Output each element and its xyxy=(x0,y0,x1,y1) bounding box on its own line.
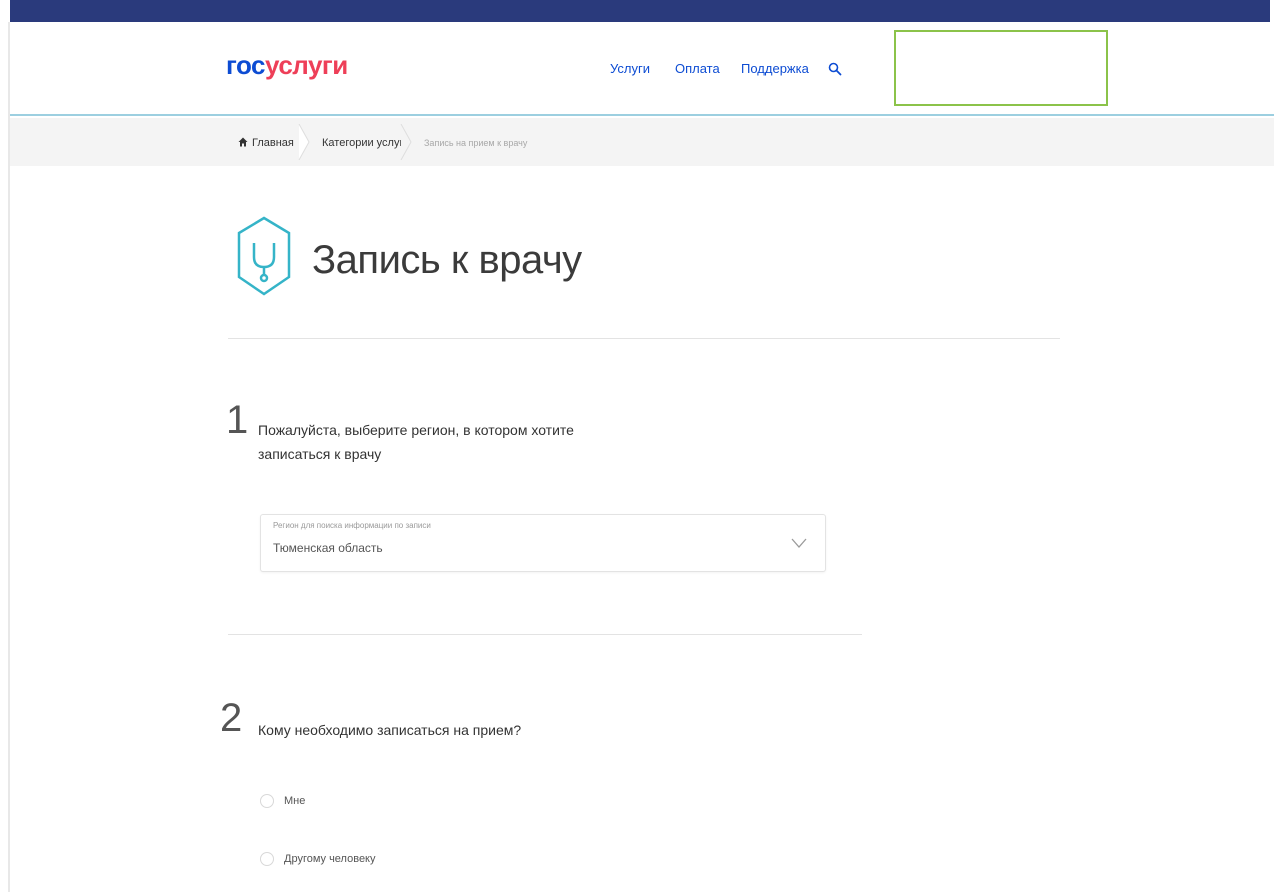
breadcrumb-separator xyxy=(400,124,412,160)
breadcrumb-home[interactable]: Главная xyxy=(252,137,294,149)
radio-label[interactable]: Другому человеку xyxy=(284,853,376,865)
stethoscope-icon xyxy=(237,216,291,296)
breadcrumb-current: Запись на прием к врачу xyxy=(424,138,528,148)
select-label: Регион для поиска информации по записи xyxy=(273,521,431,530)
breadcrumb-separator xyxy=(298,124,310,160)
page-title: Запись к врачу xyxy=(312,238,582,282)
nav-services[interactable]: Услуги xyxy=(610,61,650,76)
top-bar xyxy=(10,0,1270,22)
breadcrumb xyxy=(10,118,1274,166)
section-divider xyxy=(228,634,862,635)
chevron-down-icon[interactable] xyxy=(791,537,807,549)
logo-part-uslugi: услуги xyxy=(265,50,348,80)
section-divider xyxy=(228,338,1060,339)
step-question: Кому необходимо записаться на прием? xyxy=(258,722,522,738)
nav-payment[interactable]: Оплата xyxy=(675,61,720,76)
step-number: 1 xyxy=(226,398,249,442)
radio-self[interactable] xyxy=(260,794,274,808)
home-icon[interactable] xyxy=(238,137,248,147)
region-select[interactable]: Регион для поиска информации по записи Т… xyxy=(260,514,826,572)
nav-support[interactable]: Поддержка xyxy=(741,61,809,76)
highlight-frame xyxy=(894,30,1108,106)
search-icon[interactable] xyxy=(828,62,842,76)
step-question: Пожалуйста, выберите регион, в котором х… xyxy=(258,422,574,462)
radio-label[interactable]: Мне xyxy=(284,795,305,807)
gosuslugi-logo[interactable]: госуслуги xyxy=(226,50,348,81)
logo-part-gos: гос xyxy=(226,50,266,80)
select-value: Тюменская область xyxy=(273,541,383,555)
radio-other-person[interactable] xyxy=(260,852,274,866)
breadcrumb-categories[interactable]: Категории услуг xyxy=(322,137,403,149)
step-number: 2 xyxy=(220,696,243,740)
